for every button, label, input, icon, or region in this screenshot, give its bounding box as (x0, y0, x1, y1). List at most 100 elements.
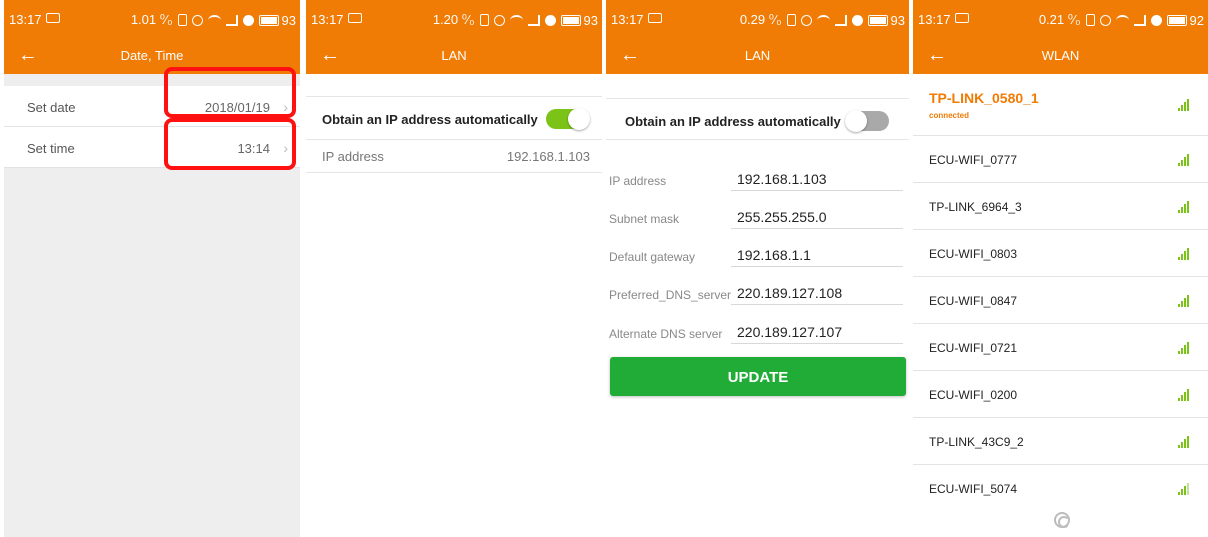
highlight-box-date (164, 67, 296, 118)
battery: 93 (560, 12, 598, 28)
vibrate-icon (786, 14, 796, 26)
ip-address-input[interactable]: 192.168.1.103 (731, 165, 903, 191)
wlan-name: ECU-WIFI_0721 (929, 341, 1018, 355)
wlan-screen: 13:17 0.21 ⁰⁄₀ 92 ← WLAN TP-LINK_0580_1 (913, 0, 1208, 537)
wlan-name: ECU-WIFI_0777 (929, 153, 1018, 167)
subnet-mask-label: Subnet mask (609, 212, 680, 226)
date-time-screen: 13:17 1.01 ⁰⁄₀ 93 ← Date, Time Set date (4, 0, 300, 537)
cell-signal-icon (527, 14, 540, 26)
alternate-dns-input[interactable]: 220.189.127.107 (731, 318, 903, 344)
battery: 92 (1166, 12, 1204, 28)
battery-icon (1166, 14, 1187, 26)
wlan-name: TP-LINK_6964_3 (929, 200, 1022, 214)
set-time-label: Set time (27, 141, 75, 156)
auto-ip-row: Obtain an IP address automatically (606, 98, 909, 140)
battery-level: 93 (281, 12, 296, 28)
vibrate-icon (479, 14, 489, 26)
status-bar: 13:17 0.21 ⁰⁄₀ 92 (913, 0, 1208, 38)
alarm-icon (800, 14, 812, 26)
page-title: WLAN (1041, 48, 1080, 63)
auto-ip-toggle[interactable] (546, 108, 590, 130)
screenshot-collage: 13:17 1.01 ⁰⁄₀ 93 ← Date, Time Set date (0, 0, 1208, 537)
preferred-dns-field: Preferred_DNS_server 220.189.127.108 (606, 275, 909, 313)
status-icons: 1.20 ⁰⁄₀ 93 (433, 12, 598, 28)
default-gateway-field: Default gateway 192.168.1.1 (606, 237, 909, 275)
wlan-item-ecu-wifi-0777[interactable]: ECU-WIFI_0777 (913, 136, 1208, 183)
battery-level: 93 (890, 12, 905, 28)
cell-signal-icon (834, 14, 847, 26)
loading-spinner-icon (1054, 512, 1070, 528)
network-rate: 0.29 ⁰⁄₀ (739, 12, 782, 27)
subnet-mask-input[interactable]: 255.255.255.0 (731, 203, 903, 229)
ip-address-field: IP address 192.168.1.103 (606, 161, 909, 199)
page-title: LAN (744, 48, 771, 63)
vibrate-icon (177, 14, 187, 26)
battery: 93 (867, 12, 905, 28)
do-not-disturb-icon (1150, 14, 1162, 26)
wifi-icon (509, 14, 523, 26)
do-not-disturb-icon (544, 14, 556, 26)
status-icons: 0.21 ⁰⁄₀ 92 (1039, 12, 1204, 28)
wlan-name: ECU-WIFI_5074 (929, 482, 1018, 496)
preferred-dns-label: Preferred_DNS_server (609, 288, 732, 302)
wifi-signal-icon (1178, 481, 1192, 495)
wifi-icon (1115, 14, 1129, 26)
picture-notification-icon (648, 13, 662, 23)
wlan-item-tp-link-0580-1[interactable]: TP-LINK_0580_1 connected (913, 74, 1208, 136)
wifi-signal-icon (1178, 152, 1192, 166)
network-rate: 1.20 ⁰⁄₀ (432, 12, 475, 27)
alarm-icon (1099, 14, 1111, 26)
alternate-dns-label: Alternate DNS server (609, 327, 723, 341)
default-gateway-input[interactable]: 192.168.1.1 (731, 241, 903, 267)
wlan-name: ECU-WIFI_0200 (929, 388, 1018, 402)
alternate-dns-field: Alternate DNS server 220.189.127.107 (606, 314, 909, 352)
wlan-item-tp-link-43c9-2[interactable]: TP-LINK_43C9_2 (913, 418, 1208, 465)
ip-address-label: IP address (609, 174, 667, 188)
do-not-disturb-icon (242, 14, 254, 26)
battery-icon (867, 14, 888, 26)
auto-ip-toggle[interactable] (845, 110, 889, 132)
auto-ip-label: Obtain an IP address automatically (322, 112, 538, 127)
alarm-icon (493, 14, 505, 26)
vibrate-icon (1085, 14, 1095, 26)
highlight-box-time (164, 118, 296, 170)
wlan-connected-status: connected (929, 111, 970, 120)
ip-address-label: IP address (322, 149, 384, 164)
wifi-signal-icon (1178, 199, 1192, 213)
battery-level: 92 (1189, 12, 1204, 28)
cell-signal-icon (225, 14, 238, 26)
picture-notification-icon (955, 13, 969, 23)
status-time: 13:17 (311, 12, 344, 27)
picture-notification-icon (46, 13, 60, 23)
app-bar: ← WLAN (913, 38, 1208, 74)
ip-address-row: IP address 192.168.1.103 (306, 140, 602, 173)
wlan-network-list: TP-LINK_0580_1 connected ECU-WIFI_0777 T… (913, 74, 1208, 512)
toggle-knob (845, 110, 867, 132)
wlan-item-ecu-wifi-0803[interactable]: ECU-WIFI_0803 (913, 230, 1208, 277)
wlan-item-ecu-wifi-0847[interactable]: ECU-WIFI_0847 (913, 277, 1208, 324)
wlan-item-ecu-wifi-5074[interactable]: ECU-WIFI_5074 (913, 465, 1208, 512)
wifi-signal-icon (1178, 434, 1192, 448)
wlan-name: TP-LINK_0580_1 (929, 90, 1039, 106)
battery-icon (258, 14, 279, 26)
preferred-dns-input[interactable]: 220.189.127.108 (731, 279, 903, 305)
battery: 93 (258, 12, 296, 28)
wlan-name: TP-LINK_43C9_2 (929, 435, 1024, 449)
battery-level: 93 (583, 12, 598, 28)
status-time: 13:17 (9, 12, 42, 27)
do-not-disturb-icon (851, 14, 863, 26)
status-bar: 13:17 0.29 ⁰⁄₀ 93 (606, 0, 909, 38)
wlan-name: ECU-WIFI_0803 (929, 247, 1018, 261)
wifi-signal-icon (1178, 387, 1192, 401)
wlan-item-ecu-wifi-0200[interactable]: ECU-WIFI_0200 (913, 371, 1208, 418)
status-icons: 0.29 ⁰⁄₀ 93 (740, 12, 905, 28)
wifi-signal-icon (1178, 293, 1192, 307)
wifi-icon (207, 14, 221, 26)
app-bar: ← LAN (606, 38, 909, 74)
update-button[interactable]: UPDATE (610, 357, 906, 396)
wlan-item-tp-link-6964-3[interactable]: TP-LINK_6964_3 (913, 183, 1208, 230)
wlan-item-ecu-wifi-0721[interactable]: ECU-WIFI_0721 (913, 324, 1208, 371)
alarm-icon (191, 14, 203, 26)
wifi-signal-icon (1178, 97, 1192, 111)
status-time: 13:17 (611, 12, 644, 27)
